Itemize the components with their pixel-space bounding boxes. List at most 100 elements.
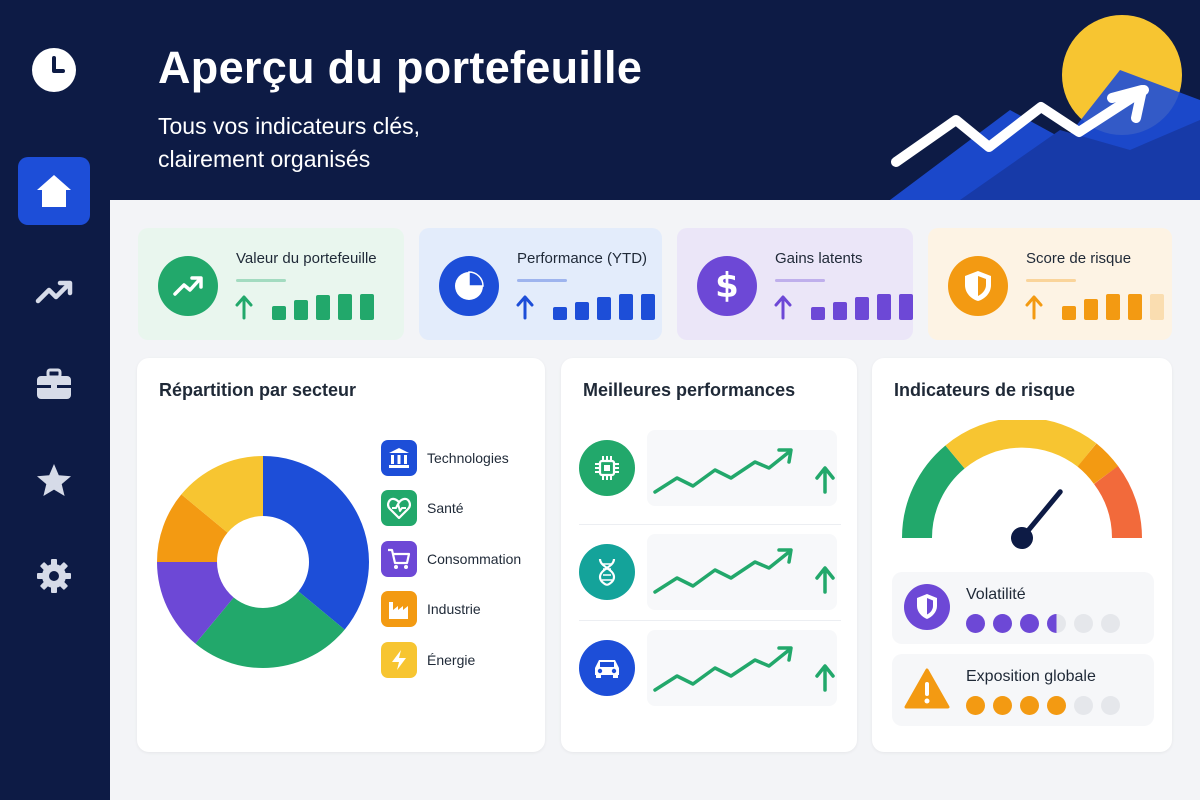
legend-item-technologies[interactable]: Technologies xyxy=(381,440,509,476)
sidebar-item-settings[interactable] xyxy=(18,542,90,610)
clock-icon xyxy=(32,48,76,92)
kpi-mini-bar xyxy=(553,307,567,320)
kpi-label: Valeur du portefeuille xyxy=(236,250,377,267)
bank-icon xyxy=(381,440,417,476)
shield-icon xyxy=(904,584,950,630)
kpi-mini-bar xyxy=(1150,294,1164,320)
kpi-mini-bar xyxy=(619,294,633,320)
kpi-mini-bar xyxy=(1128,294,1142,320)
kpi-mini-bars xyxy=(235,294,374,320)
briefcase-icon xyxy=(37,368,71,399)
kpi-card-risk-score[interactable]: Score de risque xyxy=(928,228,1172,340)
legend-label: Santé xyxy=(427,500,464,516)
kpi-underline xyxy=(517,279,567,282)
risk-dot xyxy=(993,696,1012,715)
risk-dot xyxy=(1020,696,1039,715)
kpi-mini-bar xyxy=(316,295,330,320)
shield-icon xyxy=(948,256,1008,316)
risk-indicators-panel: Indicateurs de risque Volatilité Exposit… xyxy=(872,358,1172,752)
kpi-up-arrow xyxy=(1025,295,1043,320)
risk-item-label: Volatilité xyxy=(966,586,1026,603)
sidebar-item-favorites[interactable] xyxy=(18,446,90,514)
kpi-underline xyxy=(1026,279,1076,282)
home-icon xyxy=(37,175,71,207)
kpi-card-performance-ytd[interactable]: Performance (YTD) xyxy=(419,228,662,340)
kpi-mini-bar xyxy=(360,294,374,320)
performer-sparkline xyxy=(647,534,837,610)
pie-chart-icon xyxy=(439,256,499,316)
top-performers-panel: Meilleures performances xyxy=(561,358,857,752)
kpi-mini-bars xyxy=(774,294,913,320)
kpi-mini-bar xyxy=(272,306,286,320)
kpi-label: Gains latents xyxy=(775,250,863,267)
sector-allocation-panel: Répartition par secteur Technologies San… xyxy=(137,358,545,752)
kpi-mini-bar xyxy=(597,297,611,320)
car-icon xyxy=(579,640,635,696)
risk-level-dots xyxy=(966,696,1120,715)
risk-dot xyxy=(1047,614,1066,633)
risk-item-global-exposure[interactable]: Exposition globale xyxy=(892,654,1154,726)
legend-item-energie[interactable]: Énergie xyxy=(381,642,475,678)
gauge-needle xyxy=(1011,489,1063,549)
panel-title: Meilleures performances xyxy=(583,380,796,400)
kpi-up-arrow xyxy=(516,295,534,320)
kpi-underline xyxy=(775,279,825,282)
bolt-icon xyxy=(381,642,417,678)
risk-gauge xyxy=(901,420,1142,549)
donut-slice-technologies xyxy=(263,456,369,630)
growth-illustration xyxy=(890,15,1200,200)
sector-donut-chart xyxy=(157,456,369,668)
kpi-up-arrow xyxy=(774,295,792,320)
kpi-mini-bar xyxy=(294,300,308,320)
legend-label: Technologies xyxy=(427,450,509,466)
kpi-mini-bar xyxy=(1084,299,1098,320)
kpi-mini-bar xyxy=(877,294,891,320)
legend-item-consommation[interactable]: Consommation xyxy=(381,541,521,577)
risk-dot xyxy=(1020,614,1039,633)
kpi-mini-bar xyxy=(811,307,825,320)
kpi-mini-bar xyxy=(1106,294,1120,320)
kpi-mini-bar xyxy=(641,294,655,320)
factory-icon xyxy=(381,591,417,627)
legend-label: Énergie xyxy=(427,652,476,668)
header-banner: Aperçu du portefeuille Tous vos indicate… xyxy=(110,0,1200,200)
legend-item-industrie[interactable]: Industrie xyxy=(381,591,481,627)
risk-dot xyxy=(993,614,1012,633)
risk-dot xyxy=(966,614,985,633)
chip-icon xyxy=(579,440,635,496)
kpi-mini-bars xyxy=(516,294,655,320)
trending-up-icon xyxy=(35,280,73,304)
kpi-mini-bar xyxy=(575,302,589,320)
sidebar-item-portfolio[interactable] xyxy=(18,350,90,418)
performer-sparkline xyxy=(647,630,837,706)
page-title: Aperçu du portefeuille xyxy=(158,42,643,93)
panel-title: Indicateurs de risque xyxy=(894,380,1076,400)
kpi-mini-bar xyxy=(899,294,913,320)
legend-label: Consommation xyxy=(427,551,522,567)
gear-icon xyxy=(37,559,71,593)
heart-pulse-icon xyxy=(381,490,417,526)
risk-item-volatility[interactable]: Volatilité xyxy=(892,572,1154,644)
legend-item-sante[interactable]: Santé xyxy=(381,490,464,526)
sidebar-item-performance[interactable] xyxy=(18,258,90,326)
risk-dot xyxy=(966,696,985,715)
kpi-mini-bar xyxy=(855,297,869,320)
cart-icon xyxy=(381,541,417,577)
performer-row[interactable] xyxy=(579,430,841,506)
kpi-card-unrealized-gains[interactable]: $ Gains latents xyxy=(677,228,913,340)
page-subtitle: Tous vos indicateurs clés, clairement or… xyxy=(158,113,421,172)
risk-level-dots xyxy=(966,614,1120,633)
risk-dot xyxy=(1074,614,1093,633)
kpi-label: Performance (YTD) xyxy=(517,250,648,267)
sidebar-item-history[interactable] xyxy=(18,36,90,104)
legend-label: Industrie xyxy=(427,601,481,617)
performer-row[interactable] xyxy=(579,534,841,610)
row-divider xyxy=(579,620,841,621)
performer-sparkline xyxy=(647,430,837,506)
kpi-card-portfolio-value[interactable]: Valeur du portefeuille xyxy=(138,228,404,340)
kpi-mini-bar xyxy=(1062,306,1076,320)
kpi-underline xyxy=(236,279,286,282)
performer-row[interactable] xyxy=(579,630,841,706)
sidebar-item-home[interactable] xyxy=(18,157,90,225)
dna-icon xyxy=(579,544,635,600)
